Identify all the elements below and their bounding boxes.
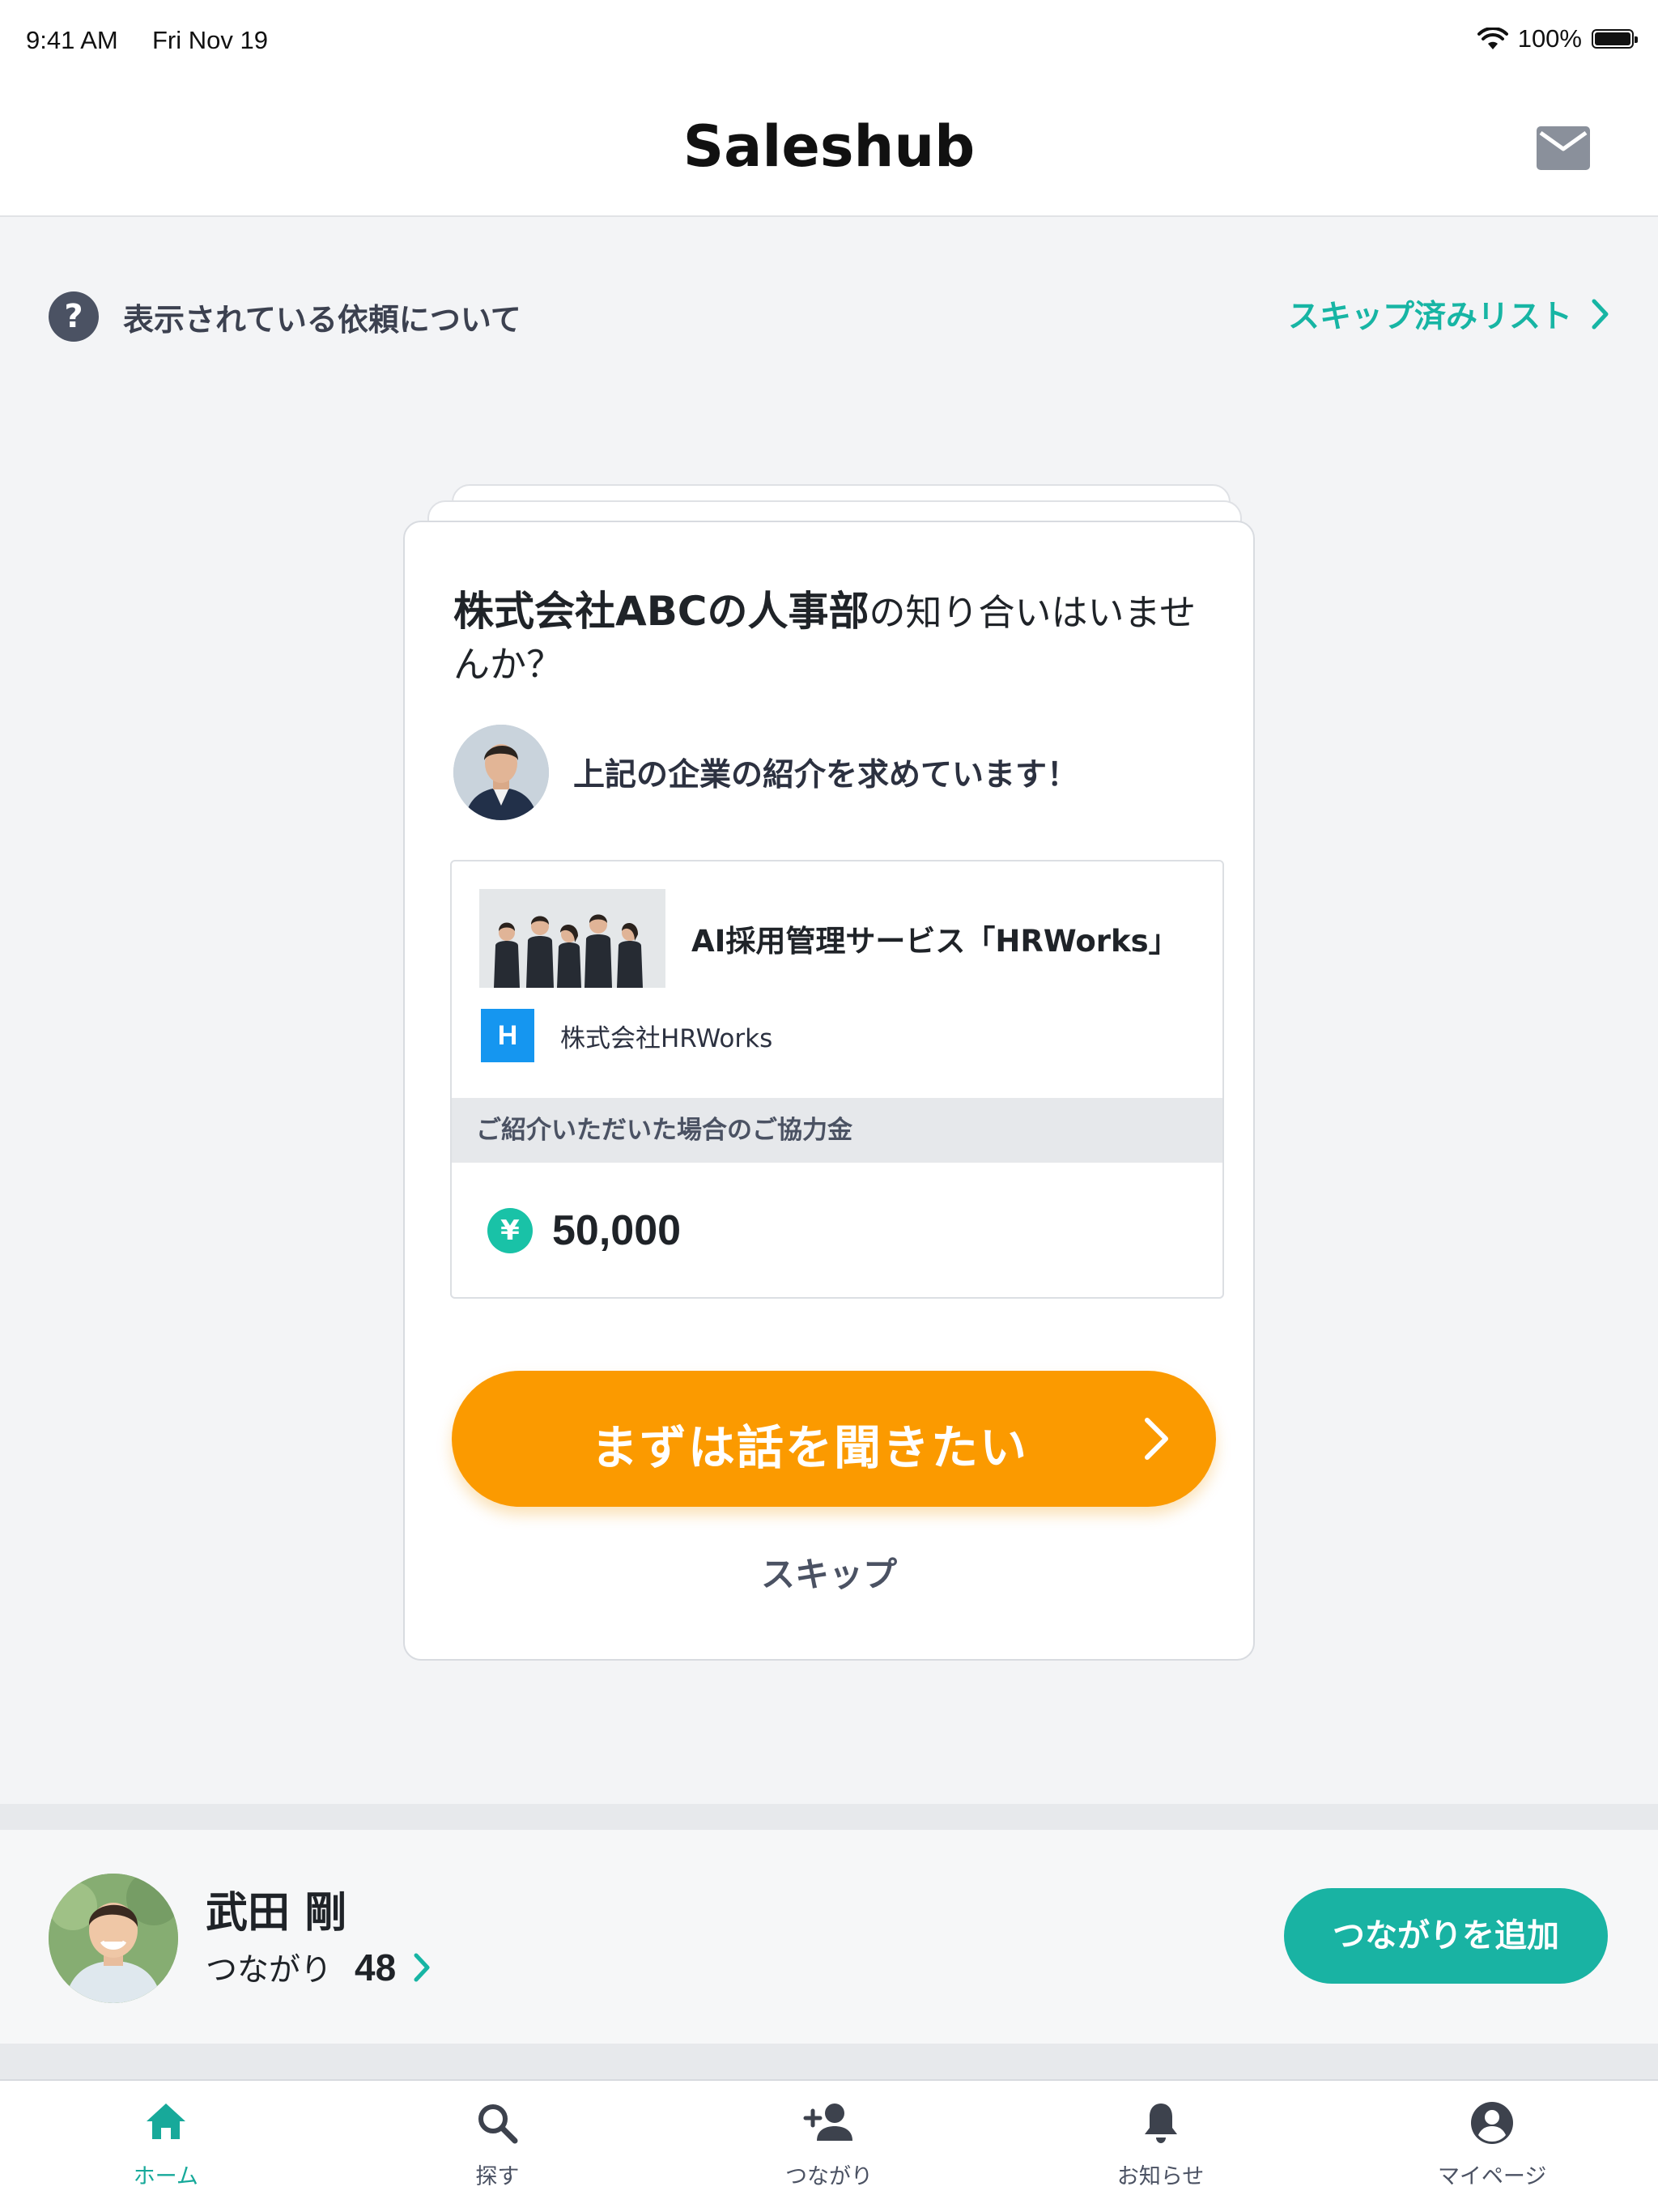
- service-photo: [479, 889, 665, 988]
- bell-icon: [1144, 2104, 1177, 2143]
- skip-list-link[interactable]: スキップ済みリスト: [1288, 291, 1609, 337]
- request-info-link[interactable]: ? 表示されている依頼について: [49, 291, 521, 342]
- home-icon: [146, 2104, 185, 2139]
- add-connection-button[interactable]: つながりを追加: [1284, 1888, 1608, 1984]
- chevron-right-icon: [1145, 1418, 1168, 1460]
- skip-list-label: スキップ済みリスト: [1287, 299, 1572, 335]
- app-title: Saleshub: [682, 113, 976, 180]
- tab-mypage-label: マイページ: [1437, 2164, 1547, 2189]
- tab-home-label: ホーム: [133, 2164, 198, 2189]
- tab-notifications[interactable]: お知らせ: [995, 2081, 1327, 2212]
- status-date: Fri Nov 19: [152, 26, 268, 54]
- connections-count: 48: [355, 1946, 397, 1989]
- company-logo: H: [481, 1009, 534, 1062]
- request-card: 株式会社ABCの人事部の知り合いはいませんか？ 上記の企業の紹介を求めています！: [403, 521, 1255, 1661]
- profile-section: 武田 剛 つながり 48 つながりを追加: [0, 1830, 1658, 2044]
- search-icon: [478, 2104, 518, 2144]
- tab-connections[interactable]: つながり: [663, 2081, 995, 2212]
- battery-percent: 100%: [1517, 24, 1582, 53]
- service-company-row: H 株式会社HRWorks: [481, 1009, 772, 1062]
- person-add-icon: [803, 2104, 852, 2141]
- help-icon: ?: [49, 291, 99, 342]
- status-bar: 9:41 AM Fri Nov 19 100%: [0, 0, 1658, 81]
- account-icon: [1471, 2102, 1514, 2144]
- service-panel[interactable]: AI採用管理サービス「HRWorks」 H 株式会社HRWorks ご紹介いただ…: [450, 860, 1224, 1299]
- tab-mypage[interactable]: マイページ: [1326, 2081, 1658, 2212]
- tab-connections-label: つながり: [784, 2164, 873, 2189]
- connections-link[interactable]: つながり 48: [206, 1945, 430, 1990]
- app-header: Saleshub: [0, 81, 1658, 217]
- tab-search[interactable]: 探す: [332, 2081, 664, 2212]
- request-info-label: 表示されている依頼について: [123, 301, 521, 338]
- reward-label: ご紹介いただいた場合のご協力金: [452, 1098, 1222, 1163]
- profile-name: 武田 剛: [206, 1889, 347, 1938]
- connections-label: つながり: [206, 1952, 333, 1989]
- target-company-department: 株式会社ABCの人事部: [453, 588, 869, 635]
- tab-search-label: 探す: [475, 2164, 520, 2189]
- requester-row: 上記の企業の紹介を求めています！: [453, 725, 1078, 820]
- mail-icon[interactable]: [1537, 126, 1590, 170]
- want-to-hear-label: まずは話を聞きたい: [590, 1420, 1028, 1475]
- chevron-right-icon: [1592, 299, 1609, 330]
- battery-icon: [1592, 29, 1638, 49]
- tab-home[interactable]: ホーム: [0, 2081, 332, 2212]
- want-to-hear-button[interactable]: まずは話を聞きたい: [452, 1371, 1216, 1507]
- requester-message: 上記の企業の紹介を求めています！: [573, 757, 1079, 793]
- reward-amount: 50,000: [552, 1207, 682, 1254]
- status-indicators: 100%: [1477, 24, 1638, 53]
- section-divider: [0, 1804, 1658, 1830]
- status-time: 9:41 AM: [26, 26, 118, 54]
- tab-notifications-label: お知らせ: [1116, 2164, 1205, 2189]
- skip-button[interactable]: スキップ: [405, 1547, 1253, 1597]
- reward-row: ¥ 50,000: [487, 1206, 681, 1255]
- wifi-icon: [1477, 28, 1508, 49]
- service-name: AI採用管理サービス「HRWorks」: [691, 924, 1179, 959]
- section-divider-bottom: [0, 2044, 1658, 2079]
- company-name: 株式会社HRWorks: [560, 1023, 773, 1053]
- yen-icon: ¥: [487, 1208, 533, 1253]
- profile-avatar[interactable]: [49, 1874, 178, 2003]
- tab-bar: ホーム 探す つながり お知らせ マイページ: [0, 2079, 1658, 2212]
- request-question: 株式会社ABCの人事部の知り合いはいませんか？: [453, 585, 1214, 691]
- chevron-right-icon: [414, 1953, 430, 1982]
- requester-avatar: [453, 725, 549, 820]
